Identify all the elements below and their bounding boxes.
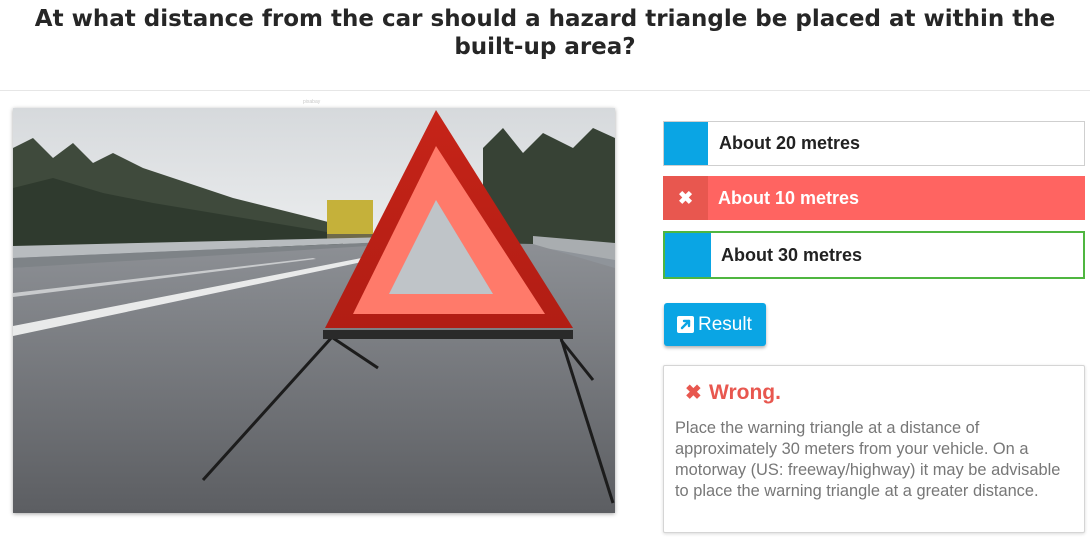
question-header: At what distance from the car should a h… — [0, 0, 1090, 91]
answer-label: About 20 metres — [719, 133, 861, 153]
answer-label: About 30 metres — [721, 245, 863, 265]
answer-marker — [664, 122, 708, 165]
x-icon: ✖ — [685, 382, 702, 404]
x-icon: ✖ — [663, 176, 708, 220]
warning-triangle-photo — [13, 108, 615, 513]
answer-option-1[interactable]: About 20 metres — [663, 121, 1085, 166]
photo-credit: pixabay — [303, 99, 321, 105]
result-button-label: Result — [698, 314, 752, 335]
feedback-text: Place the warning triangle at a distance… — [675, 419, 1061, 500]
feedback-title: Wrong. — [709, 381, 781, 404]
answer-option-3[interactable]: About 30 metres — [663, 231, 1085, 279]
answer-option-2[interactable]: ✖ About 10 metres — [663, 176, 1085, 220]
answer-marker — [665, 233, 711, 277]
question-text: At what distance from the car should a h… — [34, 6, 1056, 60]
answer-label: About 10 metres — [718, 188, 860, 208]
external-link-icon — [677, 316, 694, 333]
question-photo — [13, 108, 615, 513]
result-button[interactable]: Result — [664, 303, 766, 346]
feedback-panel: ✖ Wrong. Place the warning triangle at a … — [663, 365, 1085, 533]
feedback-heading: ✖ Wrong. — [685, 380, 781, 406]
